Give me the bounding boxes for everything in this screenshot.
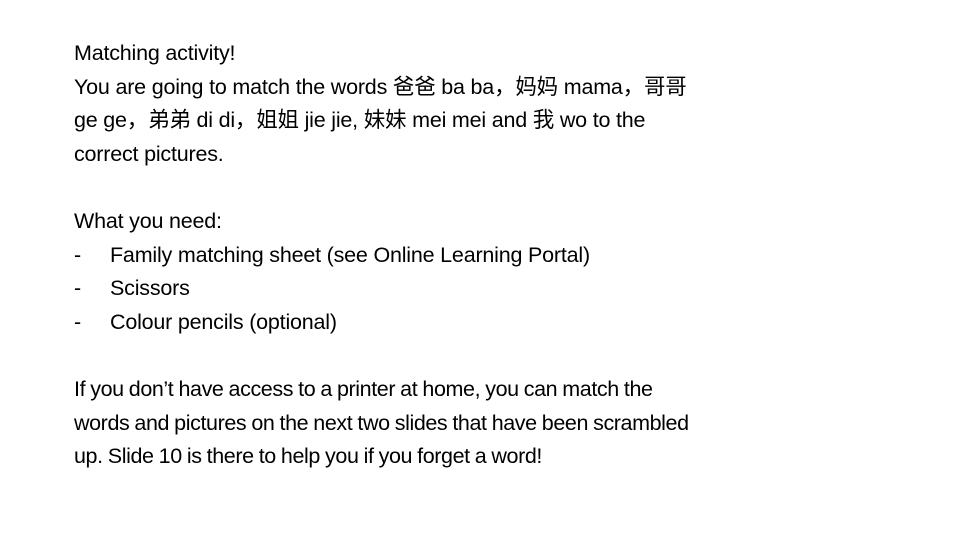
- materials-section: What you need: - Family matching sheet (…: [74, 205, 874, 339]
- note-line: If you don’t have access to a printer at…: [74, 377, 653, 401]
- note-line: up. Slide 10 is there to help you if you…: [74, 444, 542, 468]
- bullet-dash: -: [74, 242, 81, 267]
- materials-item-label: Colour pencils (optional): [110, 309, 337, 334]
- activity-title: Matching activity!: [74, 41, 236, 65]
- note-line: words and pictures on the next two slide…: [74, 410, 689, 435]
- bullet-dash: -: [74, 309, 81, 334]
- materials-heading: What you need:: [74, 209, 222, 233]
- intro-paragraph: Matching activity! You are going to matc…: [74, 37, 874, 171]
- materials-item: - Colour pencils (optional): [74, 306, 874, 340]
- materials-item: - Scissors: [74, 272, 874, 306]
- printer-note: If you don’t have access to a printer at…: [74, 373, 874, 474]
- materials-item-label: Scissors: [110, 276, 190, 300]
- intro-line: ge ge，弟弟 di di，姐姐 jie jie, 妹妹 mei mei an…: [74, 108, 646, 132]
- intro-line: You are going to match the words 爸爸 ba b…: [74, 74, 687, 99]
- slide: Matching activity! You are going to matc…: [0, 0, 960, 540]
- materials-item: - Family matching sheet (see Online Lear…: [74, 239, 874, 273]
- intro-line: correct pictures.: [74, 141, 224, 166]
- materials-item-label: Family matching sheet (see Online Learni…: [110, 242, 590, 267]
- bullet-dash: -: [74, 276, 81, 300]
